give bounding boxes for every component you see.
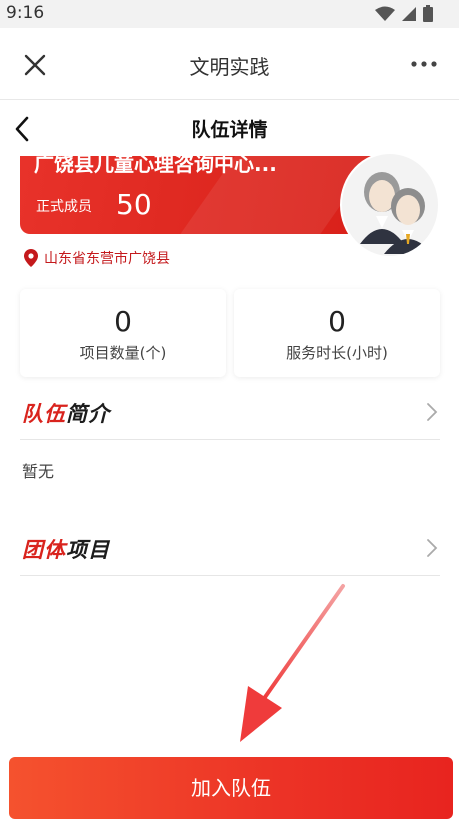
battery-icon <box>423 5 433 22</box>
page-title: 队伍详情 <box>191 119 268 141</box>
section-intro-header[interactable]: 队伍简介 <box>20 386 440 440</box>
member-label: 正式成员 <box>36 199 92 215</box>
wifi-icon <box>375 6 395 21</box>
location-pin-icon <box>24 249 38 267</box>
app-title: 文明实践 <box>189 55 270 79</box>
section-projects-title-red: 团体 <box>22 538 66 562</box>
chevron-right-icon <box>427 539 438 557</box>
section-projects-title-dark: 项目 <box>66 538 110 562</box>
team-stats: 0 项目数量(个) 0 服务时长(小时) <box>20 289 440 377</box>
team-avatar-icon <box>360 172 432 254</box>
stat-value: 0 <box>114 305 132 338</box>
section-projects-header[interactable]: 团体项目 <box>20 522 440 576</box>
team-name: 广饶县儿童心理咨询中心... <box>34 156 277 176</box>
section-intro-title-dark: 简介 <box>66 402 110 426</box>
section-intro-title-red: 队伍 <box>22 402 66 426</box>
status-time: 9:16 <box>6 3 45 23</box>
more-icon[interactable] <box>409 54 439 74</box>
team-location: 山东省东营市广饶县 <box>24 248 170 268</box>
chevron-right-icon <box>427 403 438 421</box>
stat-label: 服务时长(小时) <box>286 344 388 362</box>
section-intro-title: 队伍简介 <box>22 398 110 428</box>
team-avatar <box>340 152 440 258</box>
nav-bar: 队伍详情 <box>0 100 459 156</box>
stat-label: 项目数量(个) <box>79 344 167 362</box>
stat-value: 0 <box>328 305 346 338</box>
stat-card-projects[interactable]: 0 项目数量(个) <box>20 289 226 377</box>
section-projects-title: 团体项目 <box>22 534 110 564</box>
signal-icon <box>402 6 416 21</box>
section-intro-content: 暂无 <box>22 462 55 481</box>
status-bar: 9:16 <box>0 0 459 28</box>
status-icons <box>375 5 433 22</box>
stat-card-service-hours[interactable]: 0 服务时长(小时) <box>234 289 440 377</box>
app-bar: 文明实践 <box>0 28 459 100</box>
member-count: 50 <box>116 188 152 221</box>
join-team-button[interactable]: 加入队伍 <box>9 757 453 819</box>
location-text: 山东省东营市广饶县 <box>44 251 170 267</box>
